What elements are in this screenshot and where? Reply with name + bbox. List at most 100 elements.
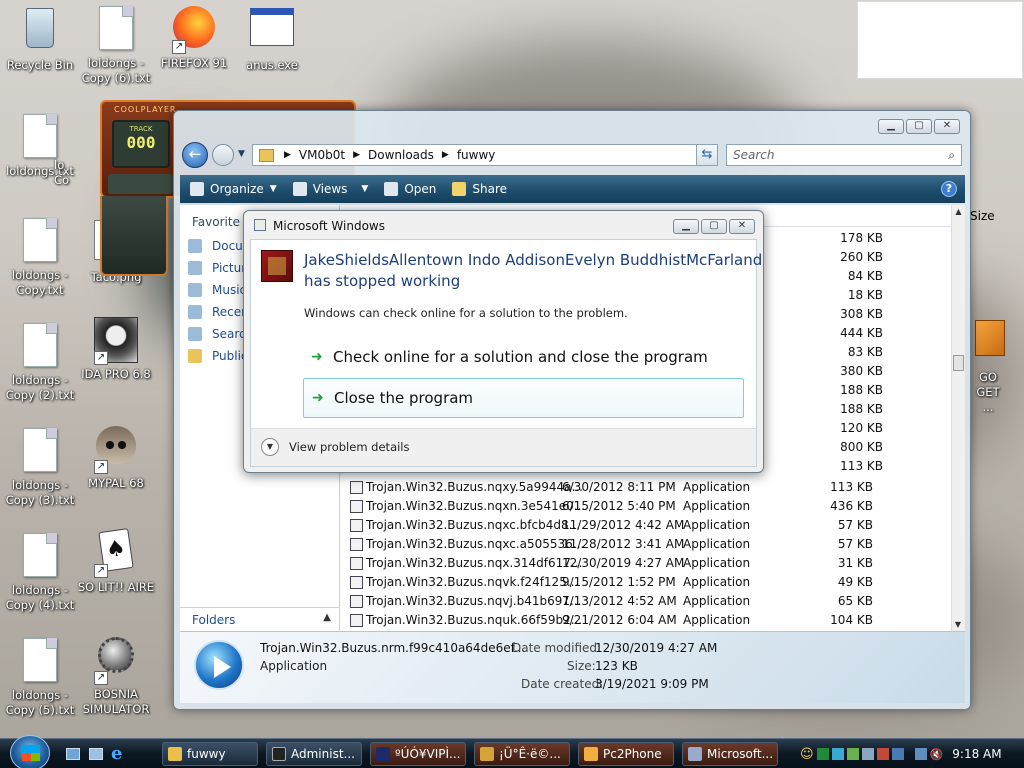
tray-app-icon[interactable] <box>816 748 829 760</box>
maximize-button[interactable]: ▢ <box>906 119 932 134</box>
windows-logo-icon <box>22 745 40 761</box>
desktop-icon-solitaire[interactable]: ♠ ↗ SO LIT!! AIRE <box>76 526 156 595</box>
help-icon[interactable]: ? <box>941 181 957 197</box>
organize-button[interactable]: Organize ▼ <box>190 182 277 196</box>
close-program-label: Close the program <box>334 389 474 407</box>
desktop-icon-bosnia[interactable]: ↗ BOSNIA SIMULATOR <box>76 631 156 717</box>
desktop-icon-txt-copy4[interactable]: loldongs - Copy (4).txt <box>0 531 80 613</box>
file-row[interactable]: Trojan.Win32.Buzus.nqvk.f24f125... 9/15/2… <box>340 573 955 592</box>
start-button[interactable] <box>10 735 50 768</box>
music-icon <box>188 283 202 297</box>
desktop-icon-anus-exe[interactable]: anus.exe <box>232 4 312 73</box>
app-icon <box>584 747 598 761</box>
nav-item-documents[interactable]: Docun <box>188 239 250 253</box>
folders-toggle[interactable]: Folders ▲ <box>180 607 339 631</box>
close-program-option[interactable]: ➜ Close the program <box>303 378 744 418</box>
search-input[interactable]: Search ⌕ <box>726 144 962 166</box>
open-button[interactable]: Open <box>384 182 436 196</box>
scroll-up-icon[interactable]: ▲ <box>952 207 965 216</box>
nav-item-pictures[interactable]: Pictur <box>188 261 246 275</box>
breadcrumb-fuwwy[interactable]: fuwwy <box>457 148 496 162</box>
desktop-icon-label: MYPAL 68 <box>88 476 144 490</box>
taskbar-button-fuwwy[interactable]: fuwwy <box>162 742 258 766</box>
views-button[interactable]: Views ▼ <box>292 182 368 196</box>
file-row[interactable]: Trojan.Win32.Buzus.nqxy.5a9944a... 6/30/2… <box>340 478 955 497</box>
nav-item-public[interactable]: Public <box>188 349 248 363</box>
breadcrumb-downloads[interactable]: Downloads <box>368 148 434 162</box>
folder-icon <box>168 747 182 761</box>
nav-item-recent[interactable]: Recen <box>188 305 249 319</box>
exe-window-icon <box>248 8 296 56</box>
history-dropdown-icon[interactable]: ▼ <box>238 149 245 159</box>
system-tray: ☺ 🔇 9:18 AM <box>800 743 1024 765</box>
switch-windows-icon[interactable] <box>89 748 103 760</box>
dialog-close-button[interactable]: ✕ <box>729 219 755 234</box>
tray-app-icon[interactable] <box>861 748 874 760</box>
taskbar-button-admin[interactable]: Administ... <box>266 742 362 766</box>
desktop-icon-recycle-bin[interactable]: Recycle Bin <box>0 4 80 73</box>
back-arrow-icon: ← <box>188 145 202 163</box>
address-bar[interactable]: ▶ VM0b0t ▶ Downloads ▶ fuwwy ▼ <box>252 144 714 166</box>
folder-icon <box>259 148 274 162</box>
file-type-cell: Application <box>683 594 751 608</box>
application-file-icon <box>350 538 363 551</box>
back-button[interactable]: ← <box>182 142 208 168</box>
nav-item-music[interactable]: Music <box>188 283 246 297</box>
share-button[interactable]: Share <box>452 182 507 196</box>
scroll-down-icon[interactable]: ▼ <box>952 620 964 629</box>
file-row[interactable]: Trojan.Win32.Buzus.nquk.66f59b2... 9/21/2… <box>340 611 955 630</box>
file-row[interactable]: Trojan.Win32.Buzus.nqxc.bfcb4d8... 11/29/… <box>340 516 955 535</box>
clock[interactable]: 9:18 AM <box>952 747 1001 761</box>
internet-explorer-icon[interactable]: e <box>111 745 129 763</box>
details-modified-label: Date modified: <box>512 641 602 655</box>
app-icon <box>376 747 390 761</box>
desktop-icon-mypal[interactable]: ↗ MYPAL 68 <box>76 421 156 491</box>
refresh-button[interactable]: ⇆ <box>696 144 718 166</box>
close-button[interactable]: ✕ <box>934 119 960 134</box>
error-dialog[interactable]: Microsoft Windows ▁ ▢ ✕ JakeShieldsAllen… <box>243 210 764 473</box>
network-icon[interactable] <box>914 748 927 760</box>
show-desktop-icon[interactable] <box>66 748 80 760</box>
file-size-cell: 188 KB <box>840 383 883 397</box>
check-online-option[interactable]: ➜ Check online for a solution and close … <box>303 337 744 377</box>
organize-label: Organize <box>210 182 264 196</box>
file-row[interactable]: Trojan.Win32.Buzus.nqxc.a505536... 11/28/… <box>340 535 955 554</box>
tray-app-icon[interactable] <box>891 748 904 760</box>
breadcrumb-vm0b0t[interactable]: VM0b0t <box>299 148 345 162</box>
file-row[interactable]: Trojan.Win32.Buzus.nqvj.b41b691... 7/13/2… <box>340 592 955 611</box>
desktop-icon-txt-copy6[interactable]: loldongs - Copy (6).txt <box>76 4 156 86</box>
taskbar-button-pc2phone[interactable]: Pc2Phone <box>578 742 674 766</box>
views-label: Views <box>312 182 348 196</box>
minimize-button[interactable]: ▁ <box>878 119 904 134</box>
vertical-scrollbar[interactable]: ▲ ▼ <box>951 205 965 631</box>
search-icon[interactable]: ⌕ <box>948 145 955 165</box>
desktop-icon-label: BOSNIA SIMULATOR <box>82 687 150 716</box>
file-type-cell: Application <box>683 499 751 513</box>
desktop-icon-partial[interactable]: lo Co <box>54 158 94 188</box>
desktop-icon-ida-pro[interactable]: ↗ IDA PRO 6.8 <box>76 316 156 382</box>
forward-button[interactable] <box>212 144 234 166</box>
desktop-icon-txt-copy3[interactable]: loldongs - Copy (3).txt <box>0 426 80 508</box>
tray-app-icon[interactable] <box>876 748 889 760</box>
dialog-maximize-button[interactable]: ▢ <box>701 219 727 234</box>
tray-app-icon[interactable] <box>831 748 844 760</box>
taskbar-button-app3[interactable]: ºÚÓ¥VIPÌ... <box>370 742 466 766</box>
file-row[interactable]: Trojan.Win32.Buzus.nqx.314df617... 12/30/… <box>340 554 955 573</box>
dialog-minimize-button[interactable]: ▁ <box>673 219 699 234</box>
file-row[interactable]: Trojan.Win32.Buzus.nqxn.3e541e0... 6/15/2… <box>340 497 955 516</box>
volume-muted-icon[interactable]: 🔇 <box>930 748 944 761</box>
desktop-icon-go-get[interactable]: GO GET ... <box>962 316 1022 415</box>
column-header-size[interactable]: Size <box>970 209 995 223</box>
view-details-toggle[interactable]: ▼ View problem details <box>261 438 410 456</box>
taskbar-button-app4[interactable]: ¡Ü°Ê·ë©... <box>474 742 570 766</box>
tray-smiley-icon[interactable]: ☺ <box>800 747 814 762</box>
taskbar-button-microsoft[interactable]: Microsoft... <box>682 742 778 766</box>
details-created-value: 3/19/2021 9:09 PM <box>595 677 709 691</box>
tray-app-icon[interactable] <box>846 748 859 760</box>
desktop-icon-txt-copy2[interactable]: loldongs - Copy (2).txt <box>0 321 80 403</box>
desktop-icon-firefox[interactable]: ↗ FIREFOX 91 <box>154 4 234 71</box>
file-date-cell: 6/15/2012 5:40 PM <box>562 499 676 513</box>
scrollbar-thumb[interactable] <box>953 355 964 371</box>
desktop-icon-txt-copy5[interactable]: loldongs - Copy (5).txt <box>0 636 80 718</box>
desktop-icon-txt-copy[interactable]: loldongs - Copy.txt <box>0 216 80 298</box>
